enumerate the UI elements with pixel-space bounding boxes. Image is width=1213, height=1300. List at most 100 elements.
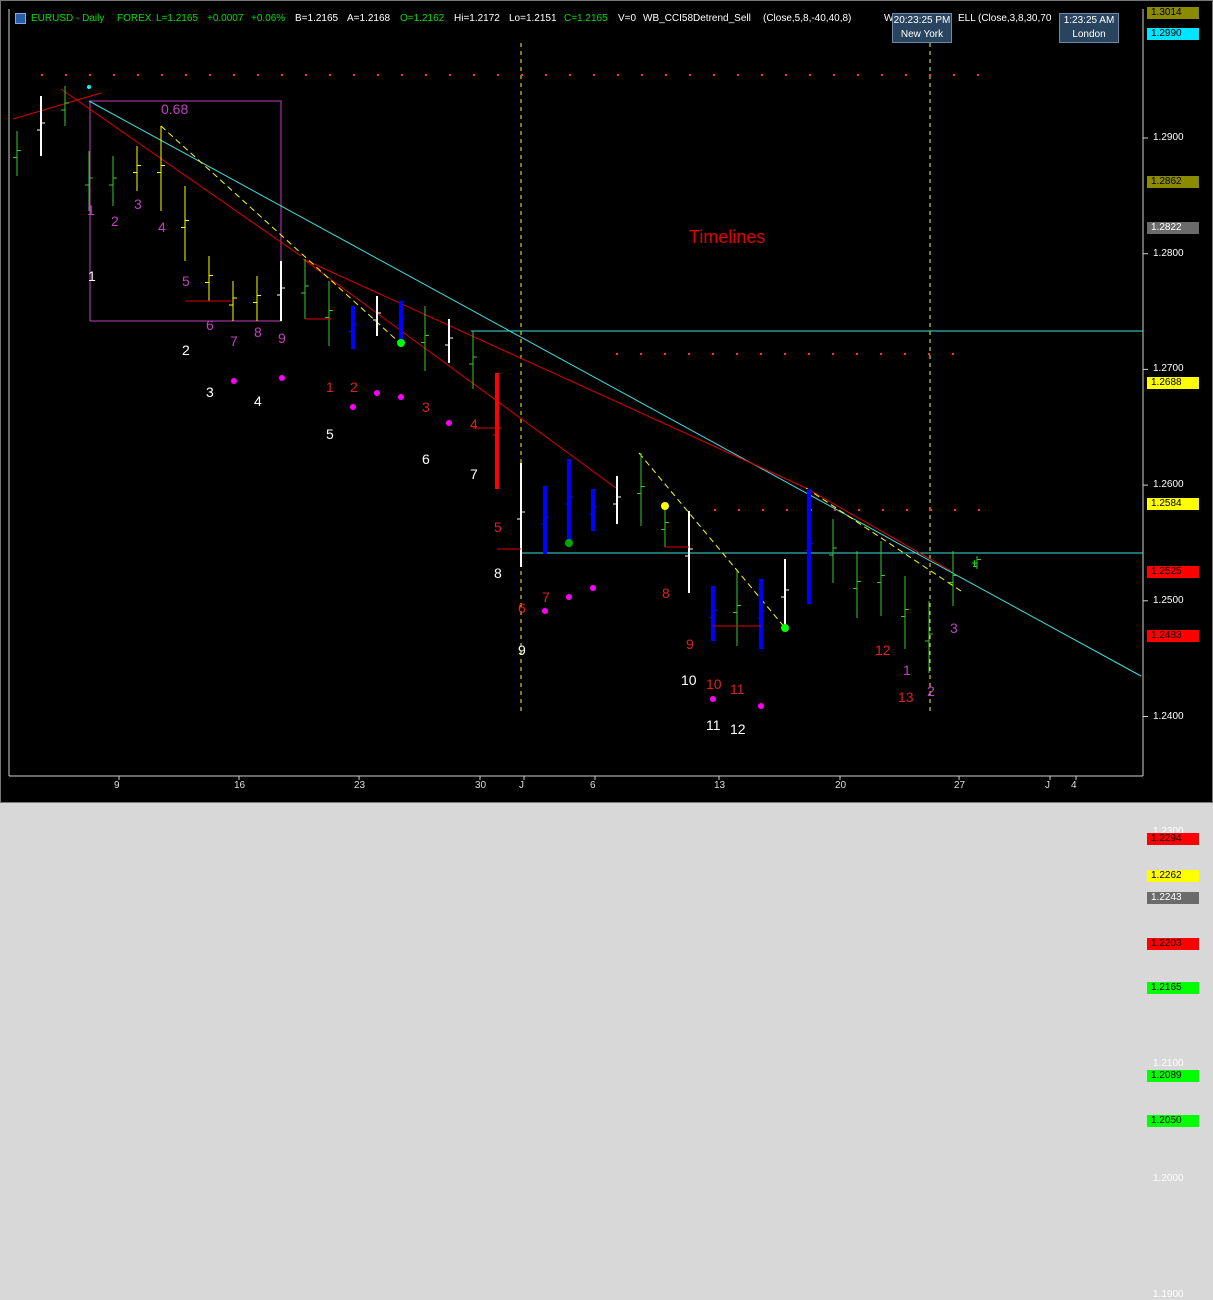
resistance-dot	[137, 74, 139, 76]
price-tag: 1.2862	[1147, 175, 1199, 188]
count-label: 2	[111, 213, 119, 229]
signal-dot	[279, 375, 285, 381]
indicator-params: (Close,5,8,-40,40,8)	[763, 13, 852, 24]
resistance-dot	[952, 353, 954, 355]
price-axis-label: 1.2900	[1153, 132, 1184, 143]
change-percent: +0.06%	[251, 13, 286, 24]
price-tag: 1.2990	[1147, 27, 1199, 40]
resistance-dot	[712, 353, 714, 355]
signal-dot-green	[781, 624, 789, 632]
price-axis-label: 1.2600	[1153, 479, 1184, 491]
date-axis-label: J	[519, 780, 524, 791]
resistance-dot	[521, 74, 523, 76]
price-axis-label: 1.2400	[1153, 710, 1184, 722]
clock-london[interactable]: 1:23:25 AM London	[1059, 13, 1119, 43]
resistance-dot	[425, 74, 427, 76]
resistance-dot	[928, 353, 930, 355]
resistance-dot	[688, 353, 690, 355]
price-tag: 1.2822	[1147, 222, 1199, 235]
resistance-dot	[377, 74, 379, 76]
resistance-dot	[353, 74, 355, 76]
price-tag: 1.3014	[1147, 7, 1199, 20]
resistance-dot	[809, 74, 811, 76]
price-tag: 1.2203	[1147, 938, 1199, 951]
count-label: 4	[470, 416, 478, 432]
count-label: 6	[422, 451, 430, 467]
count-label: 1	[326, 379, 334, 395]
clock-city: New York	[900, 29, 944, 40]
price-tag: 1.2262	[1147, 870, 1199, 883]
count-label: 4	[254, 393, 262, 409]
indicator-name: WB_CCI58Detrend_Sell	[643, 13, 751, 24]
signal-dot	[758, 703, 764, 709]
resistance-dot	[185, 74, 187, 76]
signal-dot-yellow	[661, 502, 669, 510]
resistance-dot	[786, 509, 788, 511]
clock-new-york[interactable]: 20:23:25 PM New York	[892, 13, 952, 43]
count-label: 1	[903, 662, 911, 678]
count-label: 7	[230, 333, 238, 349]
count-label: 1	[87, 202, 95, 218]
symbol-icon[interactable]	[15, 13, 26, 24]
price-axis-label: 1.2100	[1153, 1057, 1184, 1069]
resistance-dot	[762, 509, 764, 511]
resistance-dot	[89, 74, 91, 76]
signal-dot	[374, 390, 380, 396]
resistance-dot	[281, 74, 283, 76]
resistance-dot	[497, 74, 499, 76]
date-axis-label: 30	[475, 780, 487, 791]
resistance-dot	[832, 353, 834, 355]
price-axis-label: 1.1900	[1153, 1289, 1184, 1300]
volume-label: V=0	[618, 13, 637, 24]
count-label: 3	[206, 384, 214, 400]
count-label: 4	[158, 219, 166, 235]
signal-dot	[566, 594, 572, 600]
resistance-dot	[856, 353, 858, 355]
date-axis-label: 16	[234, 780, 246, 791]
price-tag: 1.2165	[1147, 982, 1199, 995]
resistance-dot	[761, 74, 763, 76]
signal-dot-green	[565, 539, 573, 547]
price-tag: 1.2089	[1147, 1070, 1199, 1083]
price-tag: 1.2525	[1147, 565, 1199, 578]
resistance-dot	[808, 353, 810, 355]
exchange-label: FOREX	[117, 13, 152, 24]
resistance-dot	[953, 74, 955, 76]
resistance-dot	[617, 74, 619, 76]
count-label: 10	[706, 676, 722, 692]
resistance-dot	[664, 353, 666, 355]
resistance-dot	[161, 74, 163, 76]
signal-dot	[350, 404, 356, 410]
price-tag: 1.2483	[1147, 629, 1199, 642]
price-tag: 1.2243	[1147, 892, 1199, 905]
high-price: Hi=1.2172	[454, 13, 500, 24]
signal-dot	[542, 608, 548, 614]
count-label: 1	[88, 268, 96, 284]
resistance-dot	[545, 74, 547, 76]
symbol-label: EURUSD - Daily	[31, 13, 105, 24]
resistance-dot	[640, 353, 642, 355]
count-label: 2	[182, 342, 190, 358]
count-label: 5	[182, 273, 190, 289]
count-label: 13	[898, 689, 914, 705]
count-label: 8	[662, 585, 670, 601]
price-tag: 1.2584	[1147, 497, 1199, 510]
resistance-dot	[593, 74, 595, 76]
count-label: 6	[518, 600, 526, 616]
resistance-dot	[714, 509, 716, 511]
clock-time: 20:23:25 PM	[893, 15, 951, 26]
resistance-dot	[401, 74, 403, 76]
resistance-dot	[881, 74, 883, 76]
count-label: 8	[254, 324, 262, 340]
price-axis-label: 1.2500	[1153, 594, 1184, 606]
count-label: 5	[326, 426, 334, 442]
resistance-dot	[978, 509, 980, 511]
red-trendline	[12, 92, 102, 120]
change-value: +0.0007	[207, 13, 244, 24]
resistance-dot	[305, 74, 307, 76]
date-axis-label: 9	[114, 780, 120, 791]
resistance-dot	[616, 353, 618, 355]
price-chart[interactable]: +	[1, 1, 1212, 802]
resistance-dot	[905, 74, 907, 76]
resistance-dot	[833, 74, 835, 76]
